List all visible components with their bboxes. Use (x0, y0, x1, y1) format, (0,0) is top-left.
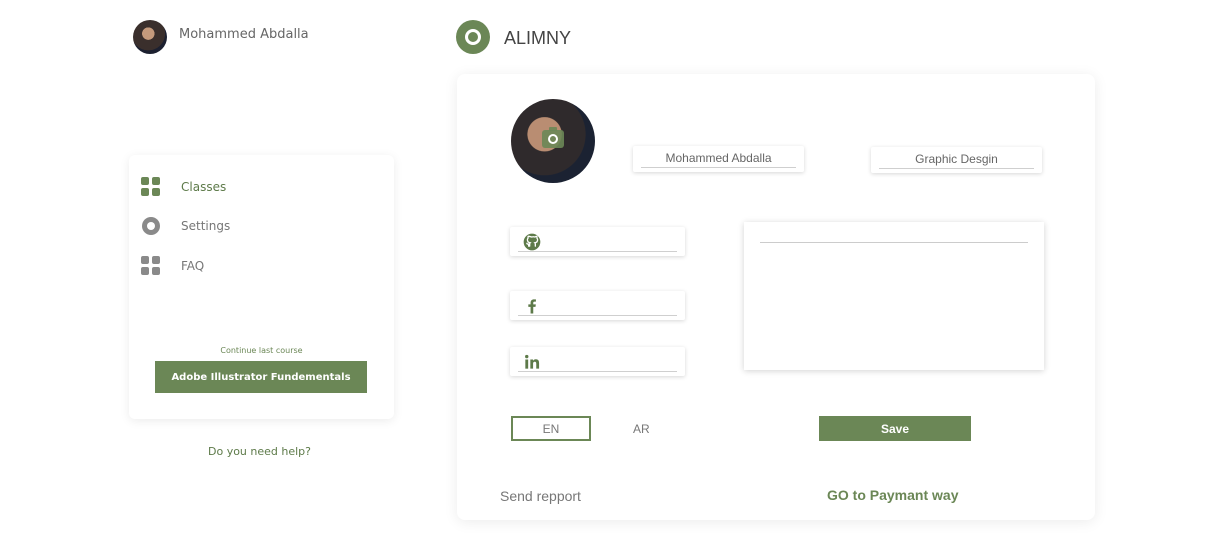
title-field[interactable]: Graphic Desgin (871, 147, 1042, 173)
help-link[interactable]: Do you need help? (208, 445, 311, 458)
bio-textarea[interactable] (744, 222, 1044, 370)
gear-icon (141, 216, 161, 236)
sidebar-item-faq[interactable]: FAQ (141, 255, 204, 277)
grid-icon (141, 256, 161, 276)
name-field-value: Mohammed Abdalla (665, 151, 772, 165)
sidebar-item-label: Classes (181, 180, 227, 194)
sidebar-item-label: FAQ (181, 259, 205, 273)
name-field[interactable]: Mohammed Abdalla (633, 146, 804, 172)
github-field[interactable] (510, 227, 685, 256)
language-en-button[interactable]: EN (511, 416, 591, 441)
language-ar-button[interactable]: AR (633, 422, 650, 436)
continue-course-button[interactable]: Adobe Illustrator Fundementals (155, 361, 367, 393)
title-field-value: Graphic Desgin (915, 152, 998, 166)
payment-link[interactable]: GO to Paymant way (827, 487, 958, 503)
send-report-link[interactable]: Send repport (500, 488, 581, 504)
grid-icon (141, 177, 161, 197)
brand-logo-icon (456, 20, 490, 54)
sidebar-item-classes[interactable]: Classes (141, 176, 226, 198)
user-avatar[interactable] (133, 20, 167, 54)
sidebar-item-settings[interactable]: Settings (141, 215, 230, 237)
facebook-field[interactable] (510, 291, 685, 320)
linkedin-field[interactable] (510, 347, 685, 376)
bio-underline (760, 242, 1028, 243)
sidebar-item-label: Settings (181, 219, 231, 233)
facebook-icon (528, 299, 536, 314)
profile-card: Mohammed Abdalla Graphic Desgin EN AR Sa… (457, 74, 1095, 520)
camera-icon[interactable] (542, 127, 564, 148)
brand-name: ALIMNY (504, 28, 572, 48)
profile-photo[interactable] (511, 99, 595, 183)
save-button[interactable]: Save (819, 416, 971, 441)
github-icon (523, 233, 541, 251)
linkedin-icon (525, 354, 540, 369)
continue-course-caption: Continue last course (220, 346, 303, 355)
user-name: Mohammed Abdalla (179, 27, 309, 42)
sidebar-card: Classes Settings FAQ Continue last cours… (129, 155, 394, 419)
